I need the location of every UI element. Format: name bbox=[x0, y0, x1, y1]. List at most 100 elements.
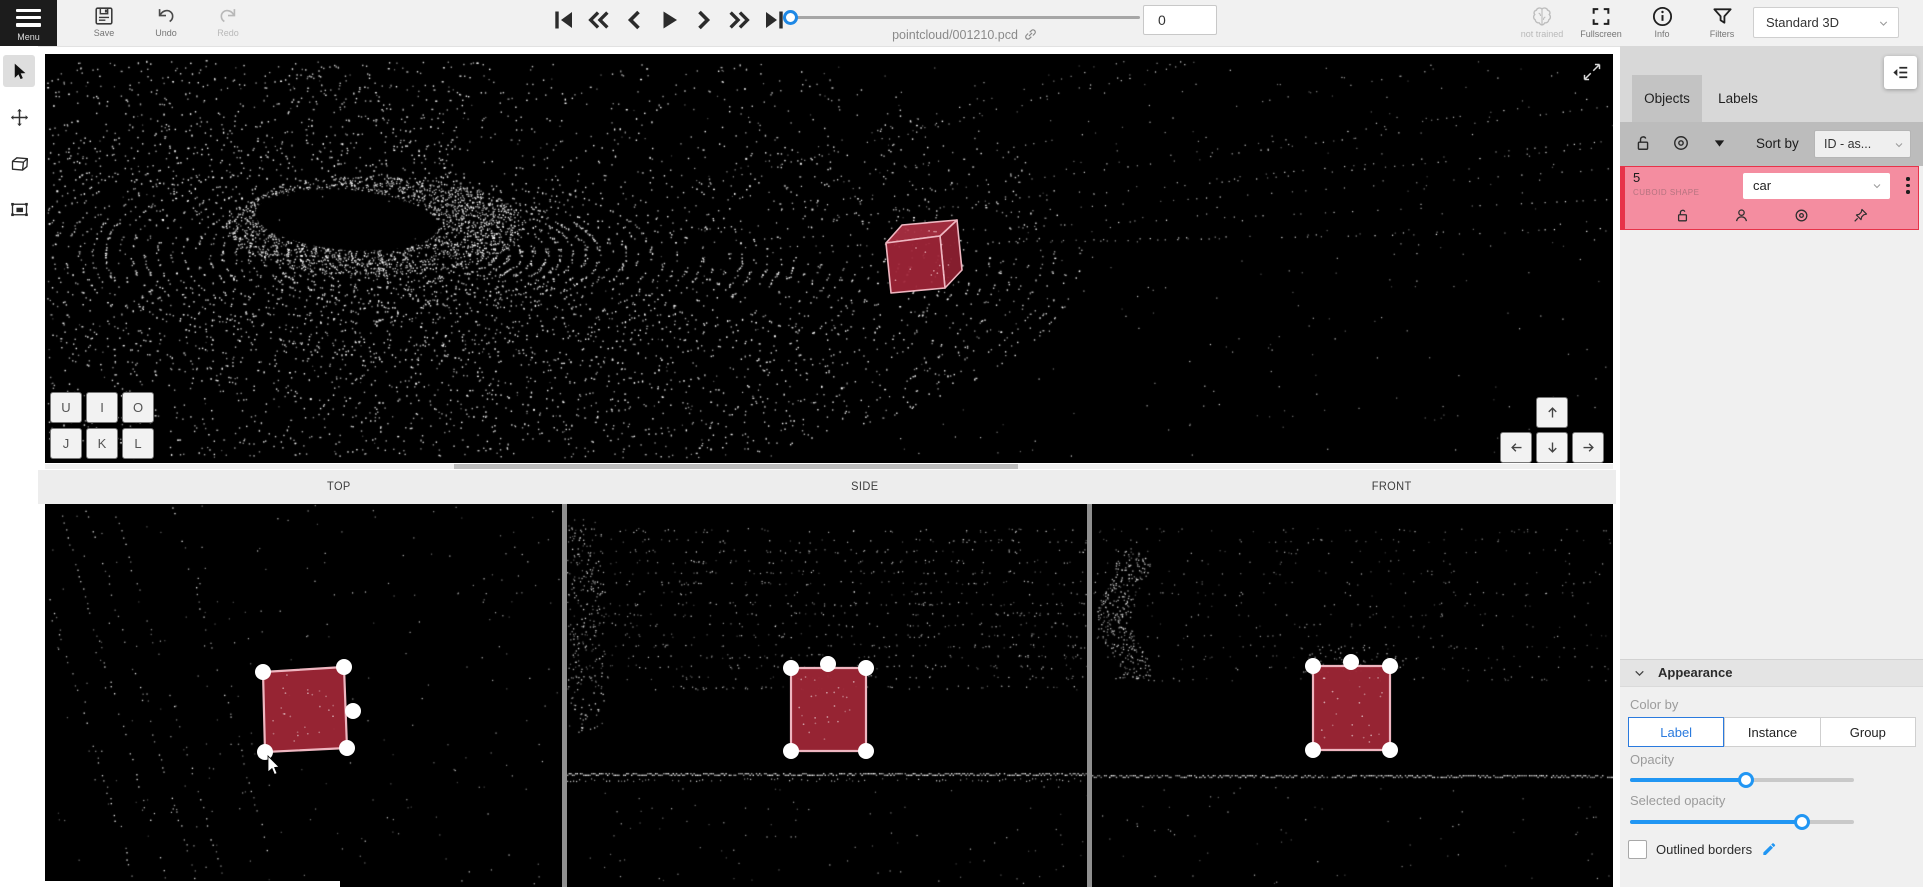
triangle-down-icon bbox=[1712, 136, 1727, 151]
pan-down-button[interactable] bbox=[1536, 432, 1568, 463]
move-tool-button[interactable] bbox=[3, 101, 35, 133]
frame-number-input[interactable] bbox=[1143, 5, 1217, 35]
top-view-canvas[interactable] bbox=[45, 504, 562, 887]
fullscreen-label: Fullscreen bbox=[1579, 29, 1623, 39]
save-label: Save bbox=[82, 28, 126, 38]
object-id: 5 bbox=[1633, 170, 1640, 185]
pan-left-button[interactable] bbox=[1500, 432, 1532, 463]
object-actions bbox=[1625, 201, 1918, 229]
undo-button[interactable]: Undo bbox=[144, 2, 188, 46]
front-view-canvas[interactable] bbox=[1092, 504, 1613, 887]
not-trained-label: not trained bbox=[1516, 29, 1568, 39]
arrow-right-icon bbox=[1581, 440, 1596, 455]
selected-opacity-label: Selected opacity bbox=[1630, 793, 1725, 808]
object-assignee-button[interactable] bbox=[1733, 207, 1750, 224]
opacity-label: Opacity bbox=[1630, 752, 1674, 767]
view-mode-select[interactable]: Standard 3D bbox=[1753, 7, 1899, 38]
color-by-option-group[interactable]: Group bbox=[1820, 717, 1916, 747]
model-status: not trained bbox=[1516, 2, 1568, 46]
hotkey-l[interactable]: L bbox=[122, 428, 154, 459]
fast-forward-button[interactable] bbox=[726, 5, 752, 35]
collapse-panel-button[interactable] bbox=[1884, 56, 1917, 89]
arrow-down-icon bbox=[1545, 440, 1560, 455]
select-tool-button[interactable] bbox=[3, 55, 35, 87]
view-mode-value: Standard 3D bbox=[1766, 15, 1839, 30]
info-label: Info bbox=[1640, 29, 1684, 39]
color-by-option-label[interactable]: Label bbox=[1628, 717, 1724, 747]
chevron-down-icon bbox=[1871, 180, 1883, 192]
ortho-label-strip: TOP SIDE FRONT bbox=[38, 470, 1616, 504]
menu-label: Menu bbox=[0, 32, 57, 42]
redo-icon bbox=[216, 5, 240, 27]
info-button[interactable]: Info bbox=[1640, 2, 1684, 46]
undo-icon bbox=[154, 5, 178, 27]
side-view-canvas[interactable] bbox=[567, 504, 1087, 887]
object-category-select[interactable]: car bbox=[1743, 173, 1890, 199]
image-region-tool-button[interactable] bbox=[3, 193, 35, 225]
redo-button[interactable]: Redo bbox=[206, 2, 250, 46]
opacity-slider[interactable] bbox=[1630, 772, 1854, 788]
tab-labels[interactable]: Labels bbox=[1704, 75, 1772, 122]
selected-opacity-slider-handle[interactable] bbox=[1794, 814, 1810, 830]
expand-view-icon[interactable] bbox=[1582, 62, 1602, 87]
frame-filename: pointcloud/001210.pcd bbox=[820, 27, 1110, 42]
move-icon bbox=[9, 107, 30, 128]
eye-icon bbox=[1793, 207, 1810, 224]
fullscreen-button[interactable]: Fullscreen bbox=[1579, 2, 1623, 46]
visibility-all-button[interactable] bbox=[1671, 133, 1691, 158]
play-button[interactable] bbox=[656, 5, 682, 35]
hotkey-j[interactable]: J bbox=[50, 428, 82, 459]
menu-button[interactable]: Menu bbox=[0, 0, 57, 46]
object-list-item-5[interactable]: 5 CUBOID SHAPE car bbox=[1620, 166, 1919, 230]
expand-list-button[interactable] bbox=[1712, 136, 1727, 156]
selected-opacity-slider[interactable] bbox=[1630, 814, 1854, 830]
timeline-slider[interactable] bbox=[790, 16, 1140, 19]
pan-up-button[interactable] bbox=[1536, 397, 1568, 428]
hamburger-icon bbox=[16, 9, 41, 31]
previous-frame-button[interactable] bbox=[621, 5, 647, 35]
link-icon[interactable] bbox=[1023, 27, 1038, 42]
appearance-title: Appearance bbox=[1658, 665, 1732, 680]
playback-controls bbox=[551, 5, 787, 35]
image-region-icon bbox=[9, 199, 30, 220]
unlock-icon bbox=[1633, 133, 1653, 153]
appearance-section-header[interactable]: Appearance bbox=[1620, 659, 1923, 687]
eye-icon bbox=[1671, 133, 1691, 153]
main-view-hscrollbar[interactable] bbox=[45, 464, 1613, 469]
object-lock-button[interactable] bbox=[1674, 207, 1691, 224]
top-view-hscrollbar[interactable] bbox=[45, 881, 340, 887]
chevron-down-icon bbox=[1893, 139, 1905, 151]
sort-select[interactable]: ID - as... bbox=[1814, 130, 1911, 158]
save-button[interactable]: Save bbox=[82, 2, 126, 46]
pan-right-button[interactable] bbox=[1572, 432, 1604, 463]
fast-rewind-button[interactable] bbox=[586, 5, 612, 35]
lock-all-button[interactable] bbox=[1633, 133, 1653, 158]
brain-icon bbox=[1530, 5, 1554, 28]
timeline-slider-handle[interactable] bbox=[783, 10, 798, 25]
skip-to-start-button[interactable] bbox=[551, 5, 577, 35]
object-menu-button[interactable] bbox=[1901, 174, 1915, 200]
outlined-borders-checkbox[interactable] bbox=[1628, 840, 1647, 859]
next-frame-button[interactable] bbox=[691, 5, 717, 35]
object-visibility-button[interactable] bbox=[1793, 207, 1810, 224]
unlock-icon bbox=[1674, 207, 1691, 224]
edit-pencil-icon[interactable] bbox=[1761, 841, 1777, 857]
chevron-down-icon bbox=[1633, 667, 1646, 680]
arrow-left-icon bbox=[1509, 440, 1524, 455]
hotkey-u[interactable]: U bbox=[50, 392, 82, 423]
tab-objects[interactable]: Objects bbox=[1632, 75, 1702, 122]
object-list-toolbar: Sort by ID - as... bbox=[1620, 122, 1923, 166]
main-view-hscrollbar-thumb[interactable] bbox=[454, 464, 1018, 469]
filters-button[interactable]: Filters bbox=[1700, 2, 1744, 46]
hotkey-k[interactable]: K bbox=[86, 428, 118, 459]
arrow-up-icon bbox=[1545, 405, 1560, 420]
hotkey-i[interactable]: I bbox=[86, 392, 118, 423]
opacity-slider-handle[interactable] bbox=[1738, 772, 1754, 788]
cuboid-tool-button[interactable] bbox=[3, 147, 35, 179]
main-3d-view-canvas[interactable] bbox=[45, 54, 1613, 463]
object-pin-button[interactable] bbox=[1852, 207, 1869, 224]
cursor-icon bbox=[10, 62, 29, 81]
hotkey-o[interactable]: O bbox=[122, 392, 154, 423]
right-panel: Objects Labels bbox=[1620, 46, 1923, 887]
color-by-option-instance[interactable]: Instance bbox=[1724, 717, 1819, 747]
